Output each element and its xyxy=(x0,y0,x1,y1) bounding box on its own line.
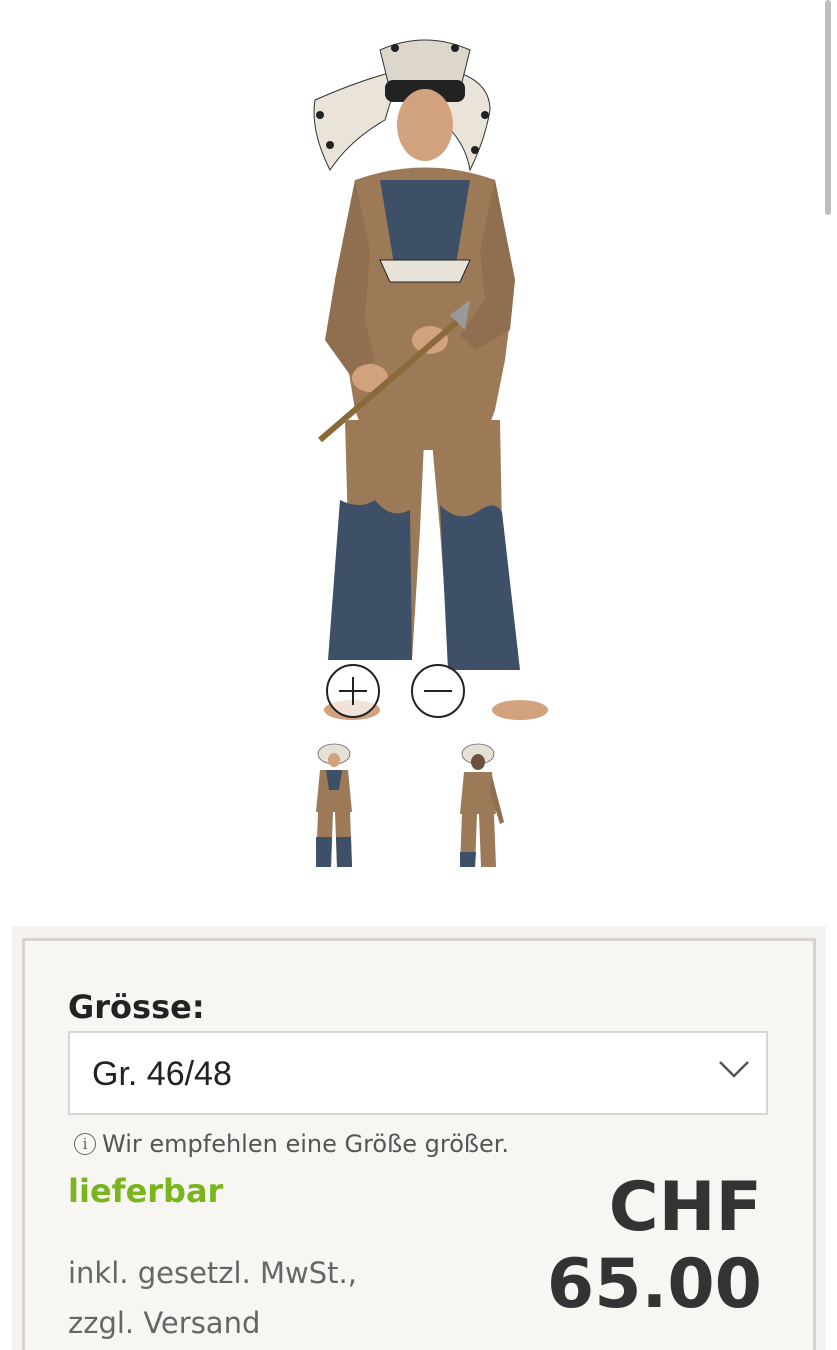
size-hint-text: Wir empfehlen eine Größe größer. xyxy=(102,1130,510,1158)
thumbnail-back-view[interactable] xyxy=(448,742,508,872)
size-select[interactable]: Gr. 46/48 xyxy=(68,1031,768,1115)
info-icon: i xyxy=(74,1133,96,1155)
zoom-in-icon xyxy=(339,677,367,705)
thumbnail-front-view[interactable] xyxy=(304,742,364,872)
price-currency: CHF xyxy=(608,1168,762,1247)
tax-line-shipping: zzgl. Versand xyxy=(68,1306,261,1340)
availability-status: lieferbar xyxy=(68,1172,224,1210)
zoom-in-button[interactable] xyxy=(326,664,380,718)
tax-info: inkl. gesetzl. MwSt., zzgl. Versand xyxy=(68,1248,357,1348)
costume-figure-image xyxy=(313,39,548,720)
thumbnail-front-image xyxy=(316,743,352,867)
chevron-down-icon xyxy=(719,1061,749,1078)
zoom-out-icon xyxy=(424,690,452,692)
price-value: 65.00 xyxy=(546,1245,762,1324)
zoom-out-button[interactable] xyxy=(411,664,465,718)
tax-line-vat: inkl. gesetzl. MwSt., xyxy=(68,1256,357,1290)
size-hint: i Wir empfehlen eine Größe größer. xyxy=(74,1130,509,1158)
size-label: Grösse: xyxy=(68,988,205,1026)
size-selected-value: Gr. 46/48 xyxy=(92,1055,232,1093)
page-scrollbar[interactable] xyxy=(825,0,831,215)
product-main-image[interactable] xyxy=(280,30,570,730)
thumbnail-back-image xyxy=(460,743,504,867)
